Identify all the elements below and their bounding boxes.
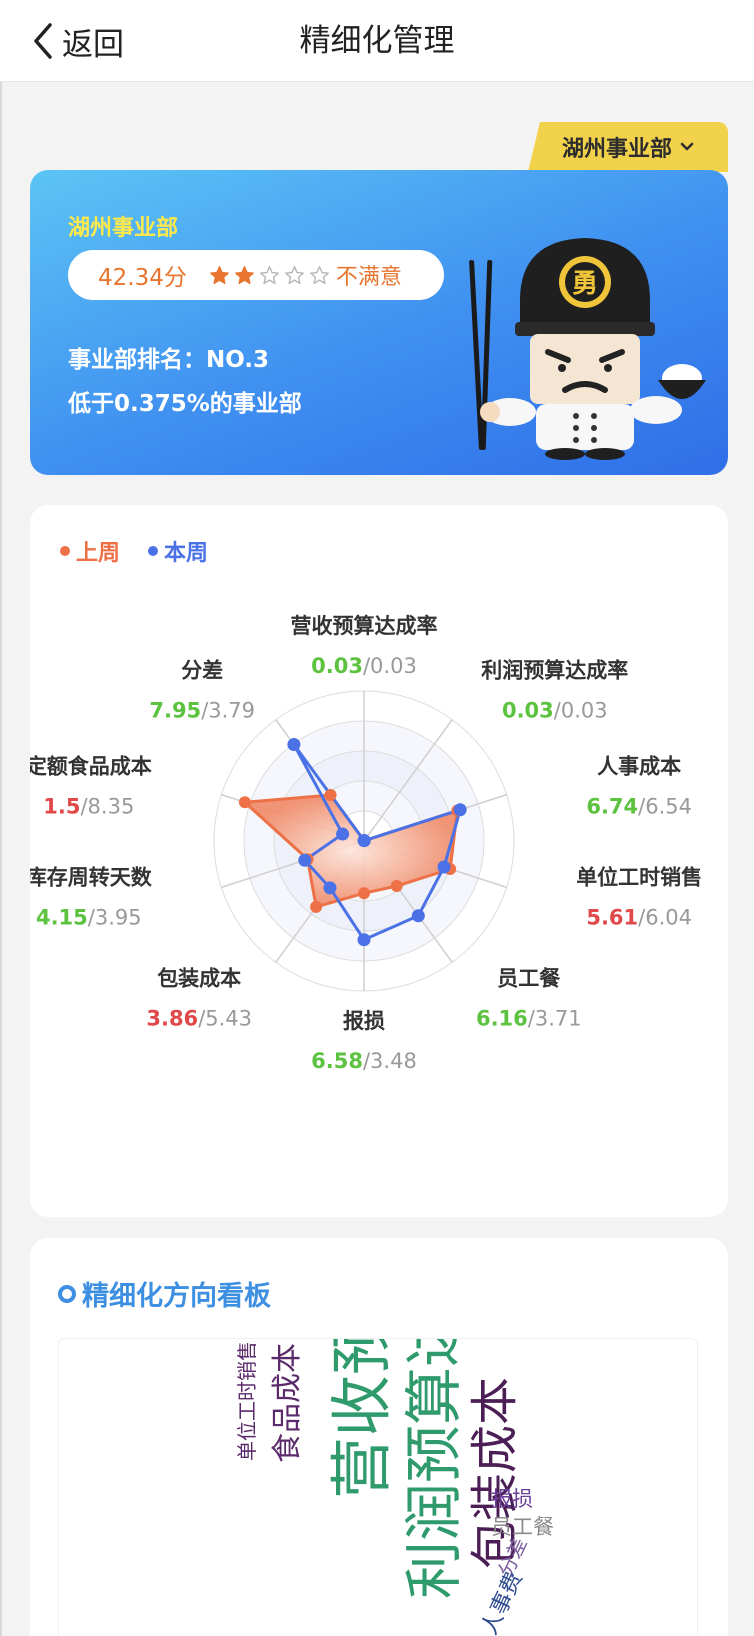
svg-text:勇: 勇 <box>572 269 598 299</box>
current-value: 1.5 <box>43 794 80 818</box>
last-week-point <box>358 887 370 900</box>
score-value: 42.34分 <box>98 265 187 291</box>
dept-rank: 事业部排名：NO.3 <box>68 347 270 373</box>
last-week-point <box>310 900 323 913</box>
radar-chart: 营收预算达成率 0.03/0.03 利润预算达成率 0.03/0.03 人事成本 6.74… <box>30 614 702 1073</box>
this-week-point <box>437 860 451 874</box>
word-cloud: 营收预算达成率利润预算达成率包装成本食品成本单位工时销售报损员工餐分差人事费 <box>58 1338 698 1636</box>
summary-dept-name: 湖州事业部 <box>68 216 179 241</box>
mascot-illustration: 勇 <box>469 238 706 460</box>
axis-value-0: 0.03/0.03 <box>311 654 417 678</box>
previous-value: /0.03 <box>363 654 417 678</box>
current-value: 6.16 <box>476 1007 528 1031</box>
previous-value: /8.35 <box>80 794 134 818</box>
axis-label-1: 利润预算达成率 <box>481 658 628 682</box>
board-title-text: 精细化方向看板 <box>82 1281 271 1312</box>
this-week-point <box>411 909 425 923</box>
axis-value-3: 5.61/6.04 <box>586 906 692 930</box>
board-title: 精细化方向看板 <box>58 1274 271 1313</box>
left-edge-line <box>0 0 2 1636</box>
axis-label-6: 包装成本 <box>157 967 241 991</box>
axis-value-1: 0.03/0.03 <box>502 698 608 722</box>
previous-value: /5.43 <box>198 1007 252 1031</box>
word-cloud-item[interactable]: 利润预算达成率 <box>400 1339 468 1599</box>
previous-value: /3.79 <box>201 698 255 722</box>
circle-icon <box>58 1284 76 1303</box>
axis-value-8: 1.5/8.35 <box>43 794 134 818</box>
dept-selector-label: 湖州事业部 <box>561 137 672 162</box>
word-cloud-item[interactable]: 人事费 <box>477 1568 528 1636</box>
nav-bar: 返回 精细化管理 <box>0 0 754 82</box>
axis-value-9: 7.95/3.79 <box>149 698 255 722</box>
star-filled-icon <box>234 265 254 284</box>
axis-label-8: 定额食品成本 <box>30 754 152 778</box>
star-empty-icon <box>309 265 329 284</box>
page-title: 精细化管理 <box>299 23 455 59</box>
summary-card: 湖州事业部 42.34分 不满意 事业部排名：NO.3 低于0.375%的事业部… <box>30 170 728 475</box>
previous-value: /3.71 <box>528 1007 582 1031</box>
axis-value-2: 6.74/6.54 <box>586 794 692 818</box>
current-value: 3.86 <box>146 1007 198 1031</box>
this-week-point <box>453 803 467 817</box>
previous-value: /6.04 <box>638 906 692 930</box>
axis-label-7: 库存周转天数 <box>30 866 153 890</box>
this-week-point <box>287 738 301 752</box>
below-percent: 低于0.375%的事业部 <box>68 391 302 417</box>
previous-value: /0.03 <box>554 698 608 722</box>
dept-selector[interactable]: 湖州事业部 <box>528 122 728 172</box>
radar-chart-card: 上周 本周 营收预算达成率 0.03/0.03 利润预算达成率 0.03/0.03 人事… <box>30 505 728 1217</box>
this-week-point <box>357 933 371 947</box>
score-pill: 42.34分 不满意 <box>68 250 444 300</box>
word-cloud-item[interactable]: 营收预算达成率 <box>325 1339 398 1499</box>
this-week-point <box>323 881 337 895</box>
last-week-point <box>238 796 251 809</box>
axis-label-9: 分差 <box>181 658 223 682</box>
axis-label-3: 单位工时销售 <box>576 866 702 890</box>
axis-label-4: 员工餐 <box>497 967 561 991</box>
star-empty-icon <box>259 265 279 284</box>
current-value: 6.58 <box>311 1049 363 1073</box>
current-value: 0.03 <box>311 654 363 678</box>
star-filled-icon <box>209 265 229 284</box>
current-value: 7.95 <box>149 698 201 722</box>
current-value: 4.15 <box>36 906 88 930</box>
last-week-point <box>390 880 403 893</box>
current-value: 0.03 <box>502 698 554 722</box>
previous-value: /6.54 <box>638 794 692 818</box>
axis-value-6: 3.86/5.43 <box>146 1007 252 1031</box>
star-empty-icon <box>284 265 304 284</box>
word-cloud-item[interactable]: 员工餐 <box>491 1517 554 1538</box>
direction-board-card: 精细化方向看板 营收预算达成率利润预算达成率包装成本食品成本单位工时销售报损员工… <box>30 1238 728 1636</box>
word-cloud-item[interactable]: 食品成本 <box>270 1343 305 1463</box>
word-cloud-item[interactable]: 报损 <box>491 1489 533 1510</box>
chevron-down-icon <box>680 142 694 152</box>
current-value: 5.61 <box>586 906 638 930</box>
satisfaction-level: 不满意 <box>335 265 402 290</box>
this-week-point <box>357 834 371 848</box>
axis-label-0: 营收预算达成率 <box>291 614 438 638</box>
last-week-point <box>324 789 337 802</box>
previous-value: /3.48 <box>363 1049 417 1073</box>
axis-value-7: 4.15/3.95 <box>36 906 142 930</box>
previous-value: /3.95 <box>88 906 142 930</box>
word-cloud-item[interactable]: 单位工时销售 <box>235 1341 259 1461</box>
axis-value-5: 6.58/3.48 <box>311 1049 417 1073</box>
axis-label-2: 人事成本 <box>597 754 681 778</box>
current-value: 6.74 <box>586 794 638 818</box>
this-week-point <box>336 827 350 841</box>
axis-value-4: 6.16/3.71 <box>476 1007 582 1031</box>
this-week-point <box>298 853 312 867</box>
axis-label-5: 报损 <box>343 1009 385 1033</box>
star-rating <box>209 265 330 286</box>
